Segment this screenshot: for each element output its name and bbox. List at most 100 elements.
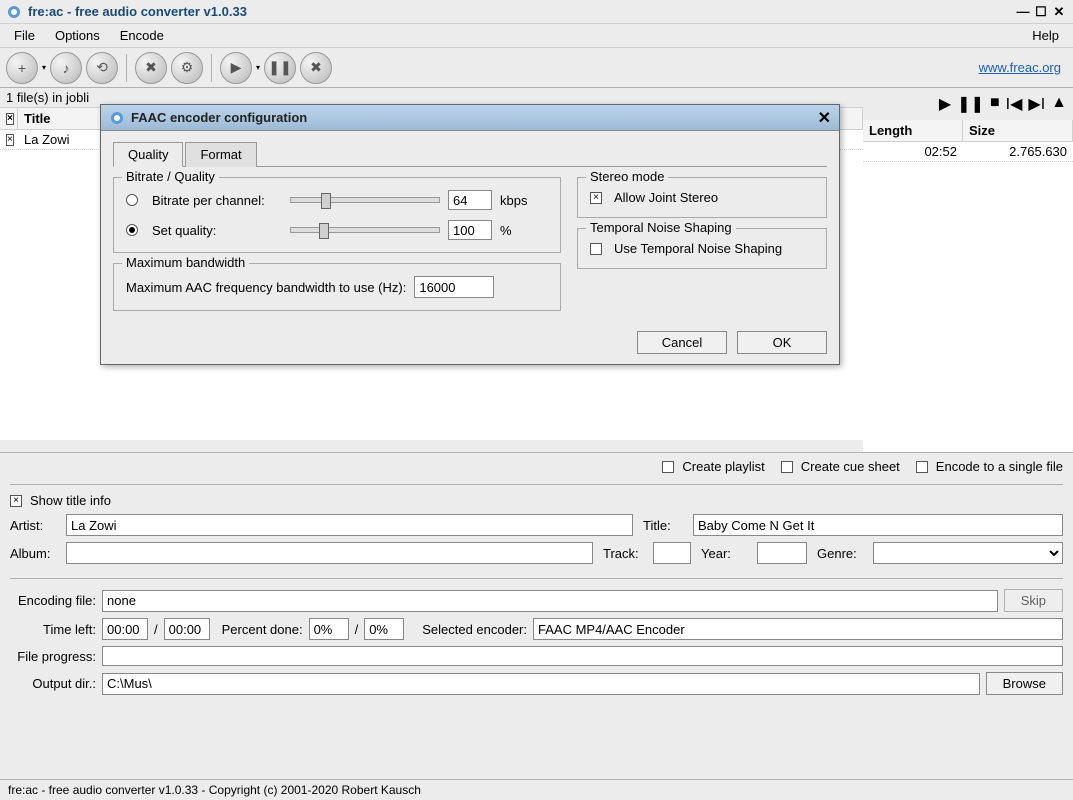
artist-field[interactable] bbox=[66, 514, 633, 536]
time-left-b bbox=[164, 618, 210, 640]
player-stop-icon[interactable]: ■ bbox=[990, 94, 1000, 112]
bandwidth-group: Maximum bandwidth Maximum AAC frequency … bbox=[113, 263, 561, 311]
dialog-icon bbox=[109, 110, 125, 126]
encode-single-option[interactable]: Encode to a single file bbox=[916, 459, 1063, 474]
selected-encoder-field bbox=[533, 618, 1063, 640]
genre-select[interactable] bbox=[873, 542, 1063, 564]
output-dir-label: Output dir.: bbox=[10, 676, 96, 691]
album-field[interactable] bbox=[66, 542, 593, 564]
menu-help[interactable]: Help bbox=[1022, 26, 1069, 45]
bandwidth-value[interactable] bbox=[414, 276, 494, 298]
toolbar: + ▾ ♪ ⟲ ✖ ⚙ ▶ ▾ ❚❚ ✖ www.freac.org bbox=[0, 48, 1073, 88]
quality-slider[interactable] bbox=[290, 227, 440, 233]
album-label: Album: bbox=[10, 546, 56, 561]
dropdown-arrow-icon[interactable]: ▾ bbox=[256, 63, 260, 72]
app-icon bbox=[6, 4, 22, 20]
percent-label: Percent done: bbox=[222, 622, 303, 637]
row-checkbox[interactable]: × bbox=[6, 134, 14, 146]
file-progress-label: File progress: bbox=[10, 649, 96, 664]
list-item[interactable]: 02:52 2.765.630 bbox=[863, 142, 1073, 162]
quality-value[interactable] bbox=[448, 220, 492, 240]
time-left-a bbox=[102, 618, 148, 640]
year-field[interactable] bbox=[757, 542, 807, 564]
quality-label: Set quality: bbox=[152, 223, 282, 238]
maximize-button[interactable]: ☐ bbox=[1033, 4, 1049, 20]
encoding-file-label: Encoding file: bbox=[10, 593, 96, 608]
title-field[interactable] bbox=[693, 514, 1063, 536]
player-next-icon[interactable]: ▶I bbox=[1028, 94, 1045, 114]
browse-button[interactable]: Browse bbox=[986, 672, 1063, 695]
checkbox-icon: × bbox=[590, 192, 602, 204]
column-size[interactable]: Size bbox=[963, 120, 1073, 141]
stop-button[interactable]: ✖ bbox=[300, 52, 332, 84]
remove-button[interactable]: ♪ bbox=[50, 52, 82, 84]
menu-options[interactable]: Options bbox=[45, 26, 110, 45]
genre-label: Genre: bbox=[817, 546, 863, 561]
artist-label: Artist: bbox=[10, 518, 56, 533]
config-button[interactable]: ⚙ bbox=[171, 52, 203, 84]
row-size: 2.765.630 bbox=[963, 142, 1073, 161]
track-label: Track: bbox=[603, 546, 643, 561]
close-button[interactable]: ✕ bbox=[1051, 4, 1067, 20]
menubar: File Options Encode Help bbox=[0, 24, 1073, 48]
select-all-checkbox[interactable]: × bbox=[6, 113, 14, 125]
quality-radio[interactable] bbox=[126, 224, 138, 236]
year-label: Year: bbox=[701, 546, 747, 561]
bitrate-quality-group: Bitrate / Quality Bitrate per channel: k… bbox=[113, 177, 561, 253]
stereo-mode-group: Stereo mode × Allow Joint Stereo bbox=[577, 177, 827, 218]
player-prev-icon[interactable]: I◀ bbox=[1006, 94, 1023, 114]
bitrate-radio[interactable] bbox=[126, 194, 138, 206]
window-title: fre:ac - free audio converter v1.0.33 bbox=[28, 4, 1015, 19]
tns-group: Temporal Noise Shaping Use Temporal Nois… bbox=[577, 228, 827, 269]
minimize-button[interactable]: — bbox=[1015, 4, 1031, 20]
bitrate-slider[interactable] bbox=[290, 197, 440, 203]
menu-encode[interactable]: Encode bbox=[110, 26, 174, 45]
allow-joint-stereo-option[interactable]: × Allow Joint Stereo bbox=[590, 190, 814, 205]
column-length[interactable]: Length bbox=[863, 120, 963, 141]
cancel-button[interactable]: Cancel bbox=[637, 331, 727, 354]
joblist-header-right: Length Size bbox=[863, 120, 1073, 142]
bitrate-unit: kbps bbox=[500, 193, 527, 208]
bitrate-value[interactable] bbox=[448, 190, 492, 210]
time-left-label: Time left: bbox=[10, 622, 96, 637]
tab-quality[interactable]: Quality bbox=[113, 142, 183, 167]
bitrate-label: Bitrate per channel: bbox=[152, 193, 282, 208]
dialog-close-icon[interactable]: ✕ bbox=[818, 108, 831, 128]
checkbox-icon bbox=[590, 243, 602, 255]
bandwidth-label: Maximum AAC frequency bandwidth to use (… bbox=[126, 280, 406, 295]
percent-b bbox=[364, 618, 404, 640]
create-cue-option[interactable]: Create cue sheet bbox=[781, 459, 900, 474]
add-files-button[interactable]: + bbox=[6, 52, 38, 84]
dropdown-arrow-icon[interactable]: ▾ bbox=[42, 63, 46, 72]
homepage-link[interactable]: www.freac.org bbox=[979, 60, 1061, 75]
checkbox-icon bbox=[662, 461, 674, 473]
use-tns-option[interactable]: Use Temporal Noise Shaping bbox=[590, 241, 814, 256]
faac-config-dialog: FAAC encoder configuration ✕ Quality For… bbox=[100, 104, 840, 365]
create-playlist-option[interactable]: Create playlist bbox=[662, 459, 764, 474]
skip-button[interactable]: Skip bbox=[1004, 589, 1063, 612]
dialog-title: FAAC encoder configuration bbox=[131, 110, 818, 125]
ok-button[interactable]: OK bbox=[737, 331, 827, 354]
statusbar: fre:ac - free audio converter v1.0.33 - … bbox=[0, 779, 1073, 800]
player-eject-icon[interactable]: ▲ bbox=[1051, 94, 1067, 112]
tab-format[interactable]: Format bbox=[185, 142, 256, 167]
checkbox-icon bbox=[916, 461, 928, 473]
percent-a bbox=[309, 618, 349, 640]
dialog-titlebar[interactable]: FAAC encoder configuration ✕ bbox=[101, 105, 839, 131]
player-pause-icon[interactable]: ❚❚ bbox=[957, 94, 984, 114]
show-titleinfo-label: Show title info bbox=[30, 493, 111, 508]
checkbox-icon bbox=[781, 461, 793, 473]
file-progress-bar bbox=[102, 646, 1063, 666]
track-field[interactable] bbox=[653, 542, 691, 564]
play-button[interactable]: ▶ bbox=[220, 52, 252, 84]
show-titleinfo-checkbox[interactable]: × bbox=[10, 495, 22, 507]
menu-file[interactable]: File bbox=[4, 26, 45, 45]
selected-encoder-label: Selected encoder: bbox=[422, 622, 527, 637]
pause-button[interactable]: ❚❚ bbox=[264, 52, 296, 84]
row-length: 02:52 bbox=[863, 142, 963, 161]
quality-unit: % bbox=[500, 223, 512, 238]
player-play-icon[interactable]: ▶ bbox=[939, 94, 951, 114]
clear-button[interactable]: ⟲ bbox=[86, 52, 118, 84]
output-dir-field[interactable] bbox=[102, 673, 980, 695]
settings-button[interactable]: ✖ bbox=[135, 52, 167, 84]
